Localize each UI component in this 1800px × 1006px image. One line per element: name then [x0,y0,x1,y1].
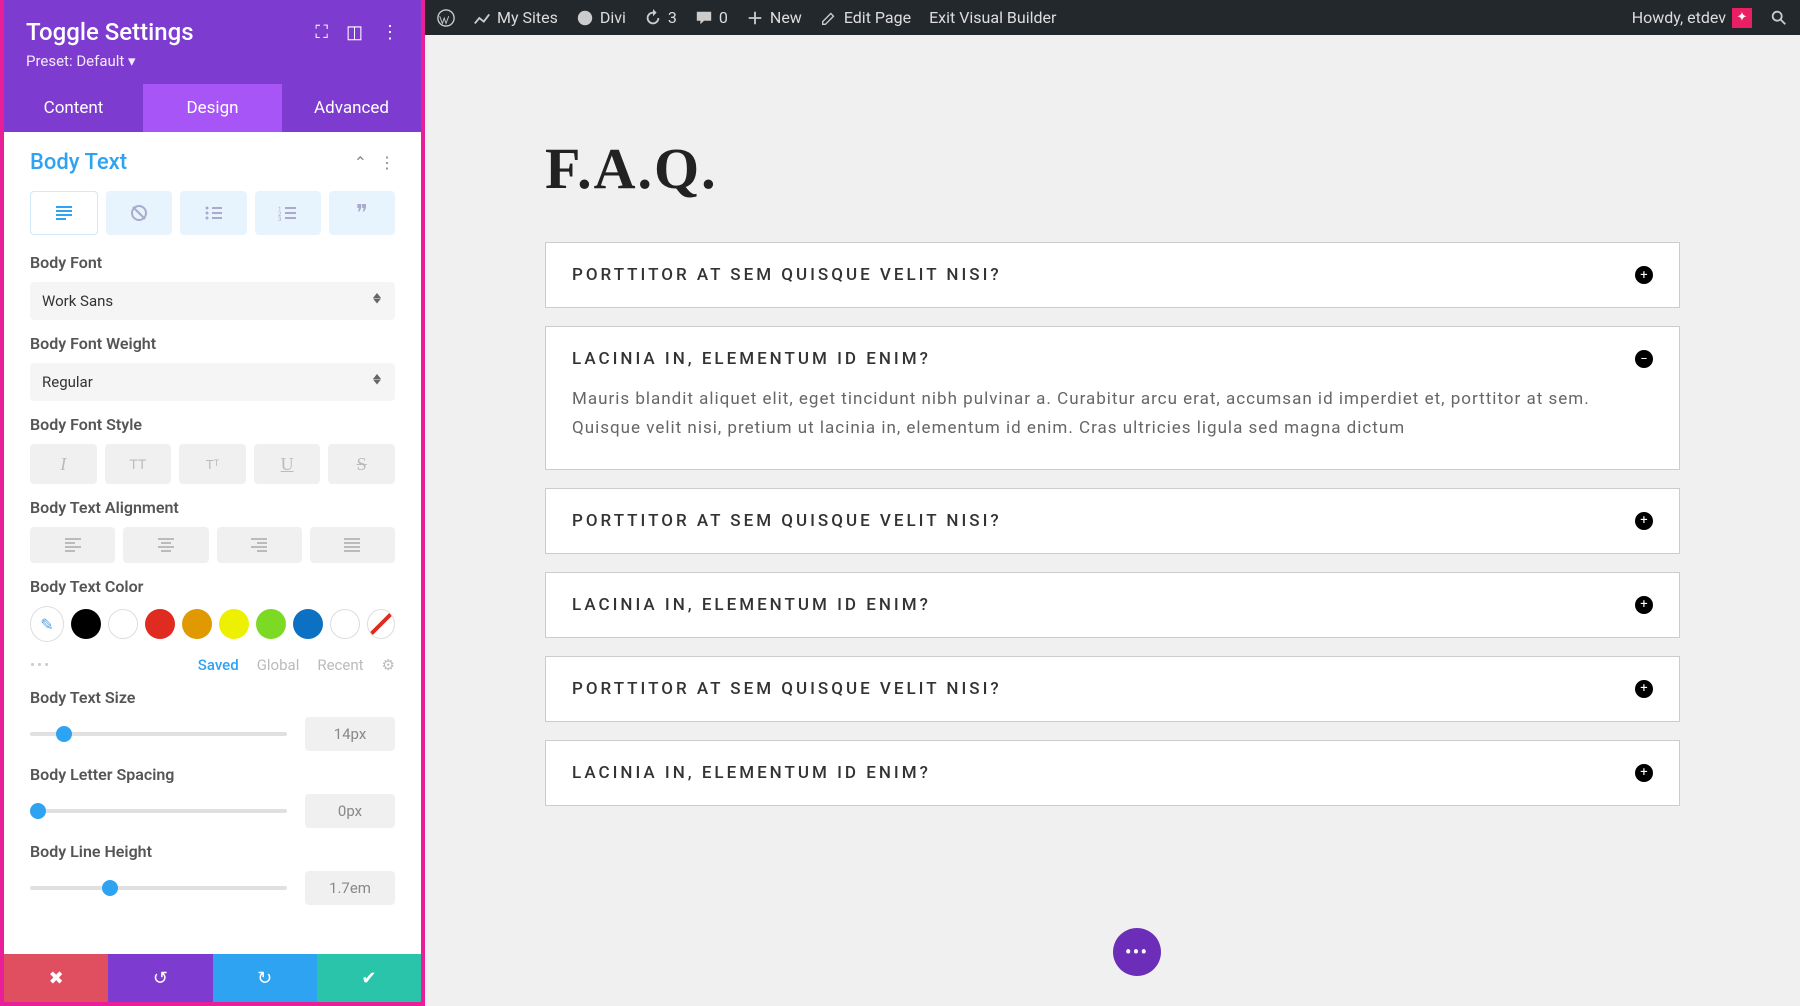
size-slider[interactable] [30,732,287,736]
label-spacing: Body Letter Spacing [30,765,395,784]
faq-toggle[interactable]: LACINIA IN, ELEMENTUM ID ENIM? + [545,572,1680,638]
color-swatch[interactable] [293,609,323,639]
wp-admin-bar: My Sites Divi 3 0 New Edit Page Exit Vis… [425,0,1800,35]
toggle-title: PORTTITOR AT SEM QUISQUE VELIT NISI? [572,511,1002,531]
color-tab-global[interactable]: Global [257,656,300,674]
text-style-a[interactable] [106,191,172,235]
text-style-p[interactable] [30,191,98,235]
svg-text:3: 3 [278,216,281,221]
color-swatch[interactable] [182,609,212,639]
align-right-button[interactable] [217,527,302,563]
new-link[interactable]: New [746,8,802,27]
color-swatch[interactable] [330,609,360,639]
color-swatch[interactable] [219,609,249,639]
color-tab-saved[interactable]: Saved [198,656,239,674]
snap-icon[interactable]: ◫ [346,22,363,43]
redo-button[interactable]: ↻ [213,954,317,1002]
tab-design[interactable]: Design [143,84,282,132]
faq-toggle[interactable]: PORTTITOR AT SEM QUISQUE VELIT NISI? + [545,488,1680,554]
section-more-icon[interactable]: ⋮ [379,153,395,172]
toggle-title: LACINIA IN, ELEMENTUM ID ENIM? [572,349,931,369]
toggle-title: PORTTITOR AT SEM QUISQUE VELIT NISI? [572,265,1002,285]
color-settings-icon[interactable]: ⚙ [382,656,395,674]
toggle-title: LACINIA IN, ELEMENTUM ID ENIM? [572,595,931,615]
updates-link[interactable]: 3 [644,8,677,27]
align-left-button[interactable] [30,527,115,563]
more-colors-icon[interactable]: ••• [30,656,51,674]
label-align: Body Text Alignment [30,498,395,517]
howdy-link[interactable]: Howdy, etdev✦ [1632,8,1752,28]
avatar: ✦ [1732,8,1752,28]
comments-link[interactable]: 0 [695,8,728,27]
preset-selector[interactable]: Preset: Default ▾ [26,52,399,70]
my-sites-link[interactable]: My Sites [473,8,558,27]
undo-button[interactable]: ↺ [108,954,212,1002]
smallcaps-button[interactable]: TT [179,444,246,484]
plus-icon[interactable]: + [1635,512,1653,530]
color-picker-icon[interactable]: ✎ [30,606,64,642]
label-style: Body Font Style [30,415,395,434]
fab-menu-button[interactable]: ••• [1113,928,1161,976]
italic-button[interactable]: I [30,444,97,484]
color-swatch[interactable] [145,609,175,639]
underline-button[interactable]: U [254,444,321,484]
wp-logo-icon[interactable] [437,9,455,27]
cancel-button[interactable]: ✖ [4,954,108,1002]
lineheight-slider[interactable] [30,886,287,890]
tab-advanced[interactable]: Advanced [282,84,421,132]
label-lineheight: Body Line Height [30,842,395,861]
font-select[interactable]: Work Sans [30,282,395,320]
plus-icon[interactable]: + [1635,764,1653,782]
exit-builder-link[interactable]: Exit Visual Builder [929,8,1056,27]
color-swatch[interactable] [71,609,101,639]
plus-icon[interactable]: + [1635,680,1653,698]
align-justify-button[interactable] [310,527,395,563]
color-swatch[interactable] [256,609,286,639]
settings-sidebar: Toggle Settings ⛶ ◫ ⋮ Preset: Default ▾ … [0,0,425,1006]
plus-icon[interactable]: + [1635,596,1653,614]
weight-select[interactable]: Regular [30,363,395,401]
expand-icon[interactable]: ⛶ [315,22,328,43]
lineheight-value[interactable]: 1.7em [305,871,395,905]
text-style-ol[interactable]: 123 [255,191,321,235]
spacing-value[interactable]: 0px [305,794,395,828]
section-title[interactable]: Body Text [30,150,127,175]
tab-content[interactable]: Content [4,84,143,132]
toggle-body: Mauris blandit aliquet elit, eget tincid… [572,385,1653,443]
faq-toggle[interactable]: LACINIA IN, ELEMENTUM ID ENIM? + [545,740,1680,806]
align-center-button[interactable] [123,527,208,563]
faq-toggle[interactable]: LACINIA IN, ELEMENTUM ID ENIM? − Mauris bl… [545,326,1680,470]
edit-page-link[interactable]: Edit Page [820,8,911,27]
faq-toggle[interactable]: PORTTITOR AT SEM QUISQUE VELIT NISI? + [545,656,1680,722]
strikethrough-button[interactable]: S [328,444,395,484]
toggle-title: PORTTITOR AT SEM QUISQUE VELIT NISI? [572,679,1002,699]
color-tab-recent[interactable]: Recent [317,656,363,674]
toggle-title: LACINIA IN, ELEMENTUM ID ENIM? [572,763,931,783]
plus-icon[interactable]: + [1635,266,1653,284]
label-size: Body Text Size [30,688,395,707]
collapse-icon[interactable]: ⌃ [354,153,367,172]
more-icon[interactable]: ⋮ [381,22,399,43]
no-color-swatch[interactable] [367,609,395,639]
label-weight: Body Font Weight [30,334,395,353]
divi-link[interactable]: Divi [576,8,626,27]
search-icon[interactable] [1770,9,1788,27]
color-swatch[interactable] [108,609,138,639]
uppercase-button[interactable]: TT [105,444,172,484]
size-value[interactable]: 14px [305,717,395,751]
spacing-slider[interactable] [30,809,287,813]
save-button[interactable]: ✔ [317,954,421,1002]
minus-icon[interactable]: − [1635,350,1653,368]
text-style-ul[interactable] [180,191,246,235]
label-font: Body Font [30,253,395,272]
sidebar-title: Toggle Settings [26,18,194,46]
label-color: Body Text Color [30,577,395,596]
page-title: F.A.Q. [545,135,1680,202]
text-style-quote[interactable]: ❞ [329,191,395,235]
faq-toggle[interactable]: PORTTITOR AT SEM QUISQUE VELIT NISI? + [545,242,1680,308]
